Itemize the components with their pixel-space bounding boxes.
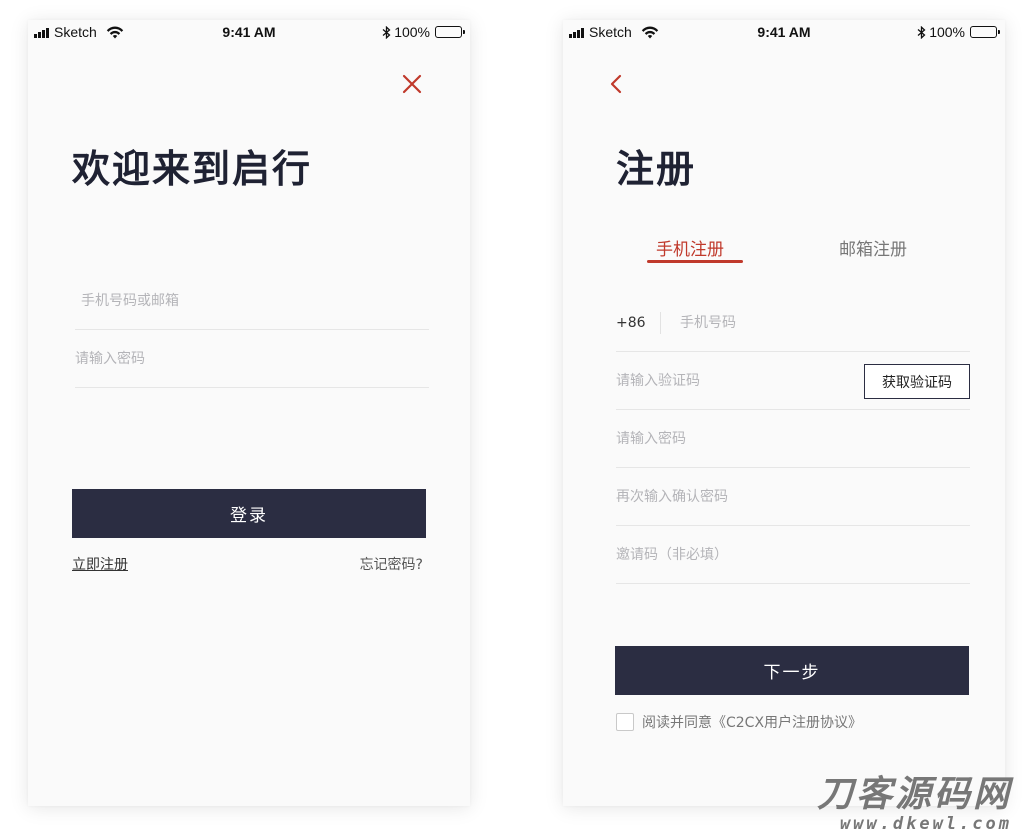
phone-field: +86	[616, 294, 970, 352]
country-code-selector[interactable]: +86	[616, 315, 660, 331]
watermark: 刀客源码网 www.dkewl.com	[816, 774, 1012, 834]
get-code-button[interactable]: 获取验证码	[864, 364, 970, 399]
phone-input[interactable]	[680, 294, 940, 351]
next-step-button[interactable]: 下一步	[615, 646, 969, 695]
invite-code-input[interactable]	[616, 526, 970, 583]
bluetooth-icon	[382, 25, 391, 39]
account-field	[75, 272, 429, 330]
agreement-checkbox[interactable]	[616, 713, 634, 731]
battery-percent: 100%	[929, 24, 965, 40]
divider	[660, 311, 661, 334]
password-input[interactable]	[75, 330, 429, 387]
invite-code-field	[616, 526, 970, 584]
confirm-password-input[interactable]	[616, 468, 970, 525]
forgot-password-link[interactable]: 忘记密码?	[360, 554, 423, 574]
password-field	[616, 410, 970, 468]
login-screen: Sketch 9:41 AM 100% 欢迎来到启行 登录 立即注册 忘记密码?	[28, 20, 470, 806]
register-link[interactable]: 立即注册	[72, 554, 128, 574]
agreement-row[interactable]: 阅读并同意《C2CX用户注册协议》	[616, 712, 862, 732]
close-icon[interactable]	[400, 72, 424, 96]
register-screen: Sketch 9:41 AM 100% 注册 手机注册 邮箱注册 +86 获取验…	[563, 20, 1005, 806]
verification-code-input[interactable]	[616, 352, 836, 409]
battery-icon	[970, 26, 1000, 38]
status-bar-right: 100%	[382, 24, 465, 40]
login-button[interactable]: 登录	[72, 489, 426, 538]
watermark-url: www.dkewl.com	[839, 814, 1012, 834]
status-bar: Sketch 9:41 AM 100%	[28, 20, 470, 46]
page-title: 欢迎来到启行	[72, 147, 313, 191]
verification-code-field: 获取验证码	[616, 352, 970, 410]
battery-icon	[435, 26, 465, 38]
account-input[interactable]	[75, 272, 429, 329]
confirm-password-field	[616, 468, 970, 526]
status-bar-right: 100%	[917, 24, 1000, 40]
tab-phone-register[interactable]: 手机注册	[656, 235, 724, 260]
battery-percent: 100%	[394, 24, 430, 40]
page-title: 注册	[616, 147, 697, 191]
active-tab-indicator	[647, 260, 743, 263]
password-input[interactable]	[616, 410, 970, 467]
tab-email-register[interactable]: 邮箱注册	[839, 235, 907, 260]
back-icon[interactable]	[607, 72, 625, 96]
password-field	[75, 330, 429, 388]
bluetooth-icon	[917, 25, 926, 39]
agreement-text: 阅读并同意《C2CX用户注册协议》	[642, 715, 863, 731]
status-bar: Sketch 9:41 AM 100%	[563, 20, 1005, 46]
watermark-brand: 刀客源码网	[816, 774, 1012, 815]
